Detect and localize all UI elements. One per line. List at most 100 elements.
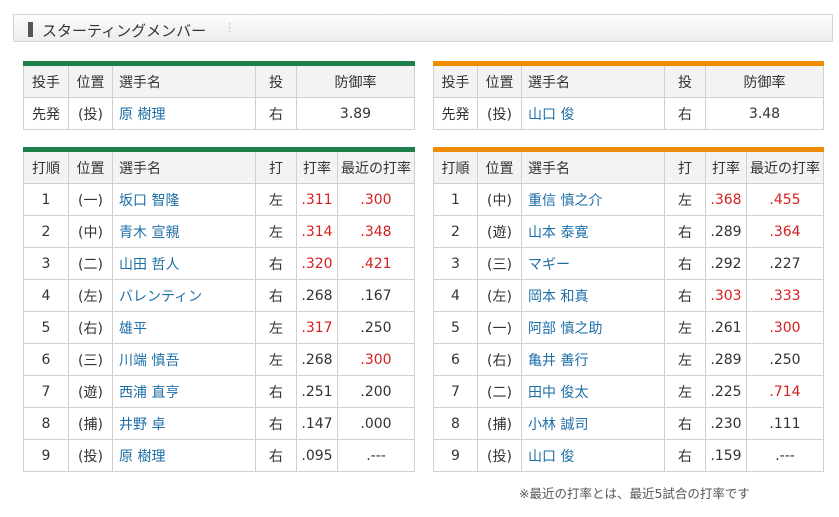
batter-recent-average: .300	[337, 183, 415, 216]
batter-row: 6 (右) 亀井 善行左 .289.250	[433, 343, 824, 376]
col-header: 最近の打率	[746, 149, 824, 184]
batter-hand: 右	[664, 439, 706, 472]
batter-hand: 左	[255, 183, 297, 216]
batter-name-link[interactable]: 重信 慎之介	[521, 183, 665, 216]
batter-order: 3	[433, 247, 478, 280]
col-header: 位置	[68, 63, 113, 98]
col-header: 選手名	[112, 149, 256, 184]
batter-position: (左)	[68, 279, 113, 312]
batter-position: (中)	[477, 183, 522, 216]
batter-average: .095	[296, 439, 338, 472]
batter-order: 8	[433, 407, 478, 440]
col-header: 投手	[433, 63, 478, 98]
batter-recent-average: .333	[746, 279, 824, 312]
batter-recent-average: .455	[746, 183, 824, 216]
pitcher-name-link[interactable]: 山口 俊	[521, 97, 665, 130]
pitcher-header-row: 投手 位置 選手名 投 防御率	[433, 63, 824, 98]
batter-name-link[interactable]: 田中 俊太	[521, 375, 665, 408]
batter-position: (投)	[68, 439, 113, 472]
batter-average: .268	[296, 279, 338, 312]
batter-row: 4 (左) 岡本 和真右 .303.333	[433, 279, 824, 312]
section-header: スターティングメンバー ⋮	[13, 14, 833, 42]
batter-hand: 左	[664, 375, 706, 408]
batter-row: 3 (二) 山田 哲人右 .320.421	[23, 247, 415, 280]
batter-row: 7 (二) 田中 俊太左 .225.714	[433, 375, 824, 408]
batter-position: (中)	[68, 215, 113, 248]
batter-order: 9	[433, 439, 478, 472]
batter-order: 7	[433, 375, 478, 408]
batter-average: .314	[296, 215, 338, 248]
batter-order: 5	[23, 311, 69, 344]
batter-name-link[interactable]: 川端 慎吾	[112, 343, 256, 376]
batter-row: 1 (中) 重信 慎之介左 .368.455	[433, 183, 824, 216]
batter-recent-average: .---	[746, 439, 824, 472]
header-bar-marker	[28, 22, 33, 37]
batter-row: 5 (一) 阿部 慎之助左 .261.300	[433, 311, 824, 344]
left-pitcher-table: 投手 位置 選手名 投 防御率 先発 (投) 原 樹理 右 3.89	[23, 61, 415, 130]
batter-name-link[interactable]: 井野 卓	[112, 407, 256, 440]
batter-name-link[interactable]: 阿部 慎之助	[521, 311, 665, 344]
batter-name-link[interactable]: 山本 泰寛	[521, 215, 665, 248]
batter-row: 6 (三) 川端 慎吾左 .268.300	[23, 343, 415, 376]
batter-row: 9 (投) 山口 俊右 .159 .---	[433, 439, 824, 472]
col-header: 打率	[296, 149, 338, 184]
batter-header-row: 打順 位置 選手名 打 打率 最近の打率	[23, 149, 415, 184]
col-header: 選手名	[112, 63, 256, 98]
batter-average: .268	[296, 343, 338, 376]
batter-row: 2 (遊) 山本 泰寛右 .289.364	[433, 215, 824, 248]
batter-position: (右)	[477, 343, 522, 376]
batter-name-link[interactable]: 山口 俊	[521, 439, 665, 472]
col-header: 位置	[477, 149, 522, 184]
batter-position: (二)	[477, 375, 522, 408]
col-header: 選手名	[521, 63, 665, 98]
batter-position: (投)	[477, 439, 522, 472]
batter-name-link[interactable]: 雄平	[112, 311, 256, 344]
batter-order: 8	[23, 407, 69, 440]
pitcher-name-link[interactable]: 原 樹理	[112, 97, 256, 130]
batter-order: 3	[23, 247, 69, 280]
batter-average: .289	[705, 215, 747, 248]
col-header: 位置	[477, 63, 522, 98]
batter-row: 1 (一) 坂口 智隆左 .311.300	[23, 183, 415, 216]
col-header: 選手名	[521, 149, 665, 184]
batter-hand: 右	[255, 407, 297, 440]
batter-name-link[interactable]: 青木 宣親	[112, 215, 256, 248]
pitcher-position: (投)	[477, 97, 522, 130]
batter-hand: 右	[255, 375, 297, 408]
batter-name-link[interactable]: マギー	[521, 247, 665, 280]
batter-recent-average: .421	[337, 247, 415, 280]
batter-name-link[interactable]: 原 樹理	[112, 439, 256, 472]
batter-order: 4	[433, 279, 478, 312]
batter-name-link[interactable]: 亀井 善行	[521, 343, 665, 376]
pitcher-era: 3.89	[296, 97, 415, 130]
batter-average: .159	[705, 439, 747, 472]
batter-order: 6	[23, 343, 69, 376]
batter-position: (三)	[68, 343, 113, 376]
batter-name-link[interactable]: 小林 誠司	[521, 407, 665, 440]
batter-name-link[interactable]: 西浦 直亨	[112, 375, 256, 408]
pitcher-era: 3.48	[705, 97, 824, 130]
batter-position: (右)	[68, 311, 113, 344]
batter-order: 1	[23, 183, 69, 216]
batter-row: 2 (中) 青木 宣親左 .314.348	[23, 215, 415, 248]
batter-recent-average: .348	[337, 215, 415, 248]
pitcher-role: 先発	[23, 97, 69, 130]
pitcher-row: 先発 (投) 山口 俊 右 3.48	[433, 97, 824, 130]
batter-recent-average: .---	[337, 439, 415, 472]
batter-position: (二)	[68, 247, 113, 280]
col-header: 防御率	[296, 63, 415, 98]
batter-hand: 右	[664, 279, 706, 312]
batter-hand: 右	[664, 247, 706, 280]
batter-average: .289	[705, 343, 747, 376]
batter-name-link[interactable]: バレンティン	[112, 279, 256, 312]
batter-name-link[interactable]: 坂口 智隆	[112, 183, 256, 216]
batter-hand: 左	[664, 343, 706, 376]
batter-average: .320	[296, 247, 338, 280]
col-header: 打	[664, 149, 706, 184]
col-header: 打順	[23, 149, 69, 184]
batter-name-link[interactable]: 岡本 和真	[521, 279, 665, 312]
batter-name-link[interactable]: 山田 哲人	[112, 247, 256, 280]
batter-recent-average: .364	[746, 215, 824, 248]
batter-order: 4	[23, 279, 69, 312]
col-header: 打	[255, 149, 297, 184]
